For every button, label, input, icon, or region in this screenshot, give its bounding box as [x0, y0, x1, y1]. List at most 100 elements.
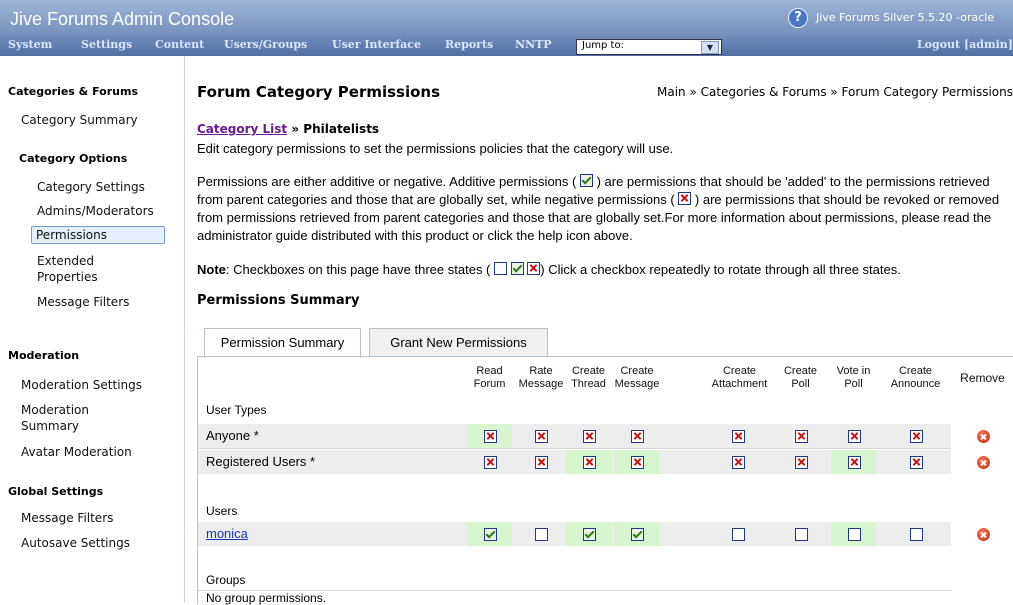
nav-users-groups[interactable]: Users/Groups	[224, 38, 307, 51]
permission-checkbox[interactable]	[535, 456, 548, 469]
note-text-1: : Checkboxes on this page have three sta…	[225, 262, 491, 277]
nav-user-interface[interactable]: User Interface	[332, 38, 421, 51]
additive-checkbox-icon	[510, 262, 524, 275]
logout-link[interactable]: Logout [admin]	[917, 38, 1013, 51]
sidebar-heading-categories: Categories & Forums	[8, 85, 138, 98]
negative-checkbox-icon	[527, 262, 541, 275]
permission-checkbox[interactable]	[795, 456, 808, 469]
sidebar-item-label: Properties	[37, 270, 98, 284]
sidebar-item-avatar-moderation[interactable]: Avatar Moderation	[21, 444, 132, 460]
permission-cell	[467, 450, 512, 474]
chevron-down-icon[interactable]: ▼	[701, 41, 719, 54]
breadcrumb: Main » Categories & Forums » Forum Categ…	[656, 85, 1013, 99]
permission-cell	[893, 450, 938, 474]
nav-system[interactable]: System	[8, 38, 52, 51]
sidebar-item-extended-properties[interactable]: Extended Properties	[37, 253, 98, 285]
jump-to-select[interactable]: Jump to: ▼	[576, 39, 722, 55]
permission-checkbox[interactable]	[631, 528, 644, 541]
permission-cell	[614, 522, 659, 546]
permission-checkbox[interactable]	[484, 456, 497, 469]
sidebar-item-category-settings[interactable]: Category Settings	[37, 179, 145, 195]
permission-cell	[715, 450, 760, 474]
permission-cell	[893, 424, 938, 448]
category-breadcrumb: Category List » Philatelists	[197, 122, 379, 136]
nav-reports[interactable]: Reports	[445, 38, 493, 51]
permission-checkbox[interactable]	[583, 528, 596, 541]
sidebar-item-permissions[interactable]: Permissions	[31, 226, 165, 244]
sidebar-item-moderation-summary[interactable]: Moderation Summary	[21, 402, 89, 434]
permission-checkbox[interactable]	[732, 528, 745, 541]
permission-cell	[467, 424, 512, 448]
permission-checkbox[interactable]	[583, 430, 596, 443]
column-header-create-poll: Create Poll	[783, 365, 818, 390]
sidebar-item-admins-moderators[interactable]: Admins/Moderators	[37, 203, 154, 219]
permission-checkbox[interactable]	[484, 430, 497, 443]
permission-checkbox[interactable]	[848, 430, 861, 443]
row-divider	[198, 448, 951, 449]
sidebar-item-global-message-filters[interactable]: Message Filters	[21, 510, 113, 526]
permission-checkbox[interactable]	[910, 430, 923, 443]
intro-text: Edit category permissions to set the per…	[197, 141, 674, 156]
nav-settings[interactable]: Settings	[81, 38, 132, 51]
permissions-summary-title: Permissions Summary	[197, 293, 360, 308]
tab-grant-new-permissions[interactable]: Grant New Permissions	[369, 328, 548, 357]
group-heading-user-types: User Types	[206, 403, 267, 417]
permission-checkbox[interactable]	[732, 456, 745, 469]
empty-checkbox-icon	[494, 262, 508, 275]
permission-checkbox[interactable]	[484, 528, 497, 541]
column-header-create-announce: Create Announce	[890, 365, 941, 390]
row-label-anyone: Anyone *	[206, 428, 259, 443]
permission-cell	[614, 424, 659, 448]
remove-icon[interactable]	[977, 528, 990, 541]
sidebar-item-label: Moderation	[21, 403, 89, 417]
permission-checkbox[interactable]	[910, 456, 923, 469]
permission-checkbox[interactable]	[631, 456, 644, 469]
row-label-monica: monica	[206, 526, 248, 541]
tab-permission-summary[interactable]: Permission Summary	[204, 328, 361, 358]
sidebar-item-message-filters[interactable]: Message Filters	[37, 294, 129, 310]
sidebar-item-moderation-settings[interactable]: Moderation Settings	[21, 377, 142, 393]
user-link-monica[interactable]: monica	[206, 526, 248, 541]
permission-checkbox[interactable]	[848, 456, 861, 469]
permission-cell	[614, 450, 659, 474]
permission-checkbox[interactable]	[795, 430, 808, 443]
permissions-description: Permissions are either additive or negat…	[197, 173, 1013, 245]
permission-cell	[778, 522, 823, 546]
permission-checkbox[interactable]	[732, 430, 745, 443]
permission-checkbox[interactable]	[535, 430, 548, 443]
permissions-table: Read Forum Rate Message Create Thread Creat…	[197, 356, 1013, 605]
note-label: Note	[197, 262, 226, 277]
negative-checkbox-icon	[678, 192, 692, 205]
permission-checkbox[interactable]	[631, 430, 644, 443]
permission-cell	[831, 522, 876, 546]
permission-checkbox[interactable]	[535, 528, 548, 541]
app-title: Jive Forums Admin Console	[10, 9, 235, 29]
sidebar-item-category-summary[interactable]: Category Summary	[21, 112, 138, 128]
row-label-registered-users: Registered Users *	[206, 454, 316, 469]
main-content: Forum Category Permissions Main » Catego…	[197, 56, 1013, 605]
category-list-link[interactable]: Category List	[197, 122, 287, 136]
permission-checkbox[interactable]	[583, 456, 596, 469]
permission-checkbox[interactable]	[910, 528, 923, 541]
remove-icon[interactable]	[977, 456, 990, 469]
sidebar-item-autosave-settings[interactable]: Autosave Settings	[21, 535, 130, 551]
sidebar-heading-category-options: Category Options	[19, 152, 128, 165]
nav-content[interactable]: Content	[155, 38, 204, 51]
question-circle-icon[interactable]: ?	[788, 8, 808, 28]
page-title: Forum Category Permissions	[197, 83, 441, 101]
permission-cell	[467, 522, 512, 546]
top-navbar: System Settings Content Users/Groups Use…	[0, 36, 1013, 56]
permission-cell	[518, 424, 563, 448]
permission-checkbox[interactable]	[848, 528, 861, 541]
permission-cell	[715, 522, 760, 546]
additive-checkbox-icon	[579, 174, 593, 187]
sidebar-heading-moderation: Moderation	[8, 349, 80, 362]
remove-icon[interactable]	[977, 430, 990, 443]
jump-to-label: Jump to:	[582, 40, 624, 51]
permission-cell	[778, 450, 823, 474]
permission-cell	[518, 450, 563, 474]
permission-checkbox[interactable]	[795, 528, 808, 541]
permission-cell	[778, 424, 823, 448]
column-header-create-thread: Create Thread	[571, 365, 606, 390]
nav-nntp[interactable]: NNTP	[515, 38, 552, 51]
